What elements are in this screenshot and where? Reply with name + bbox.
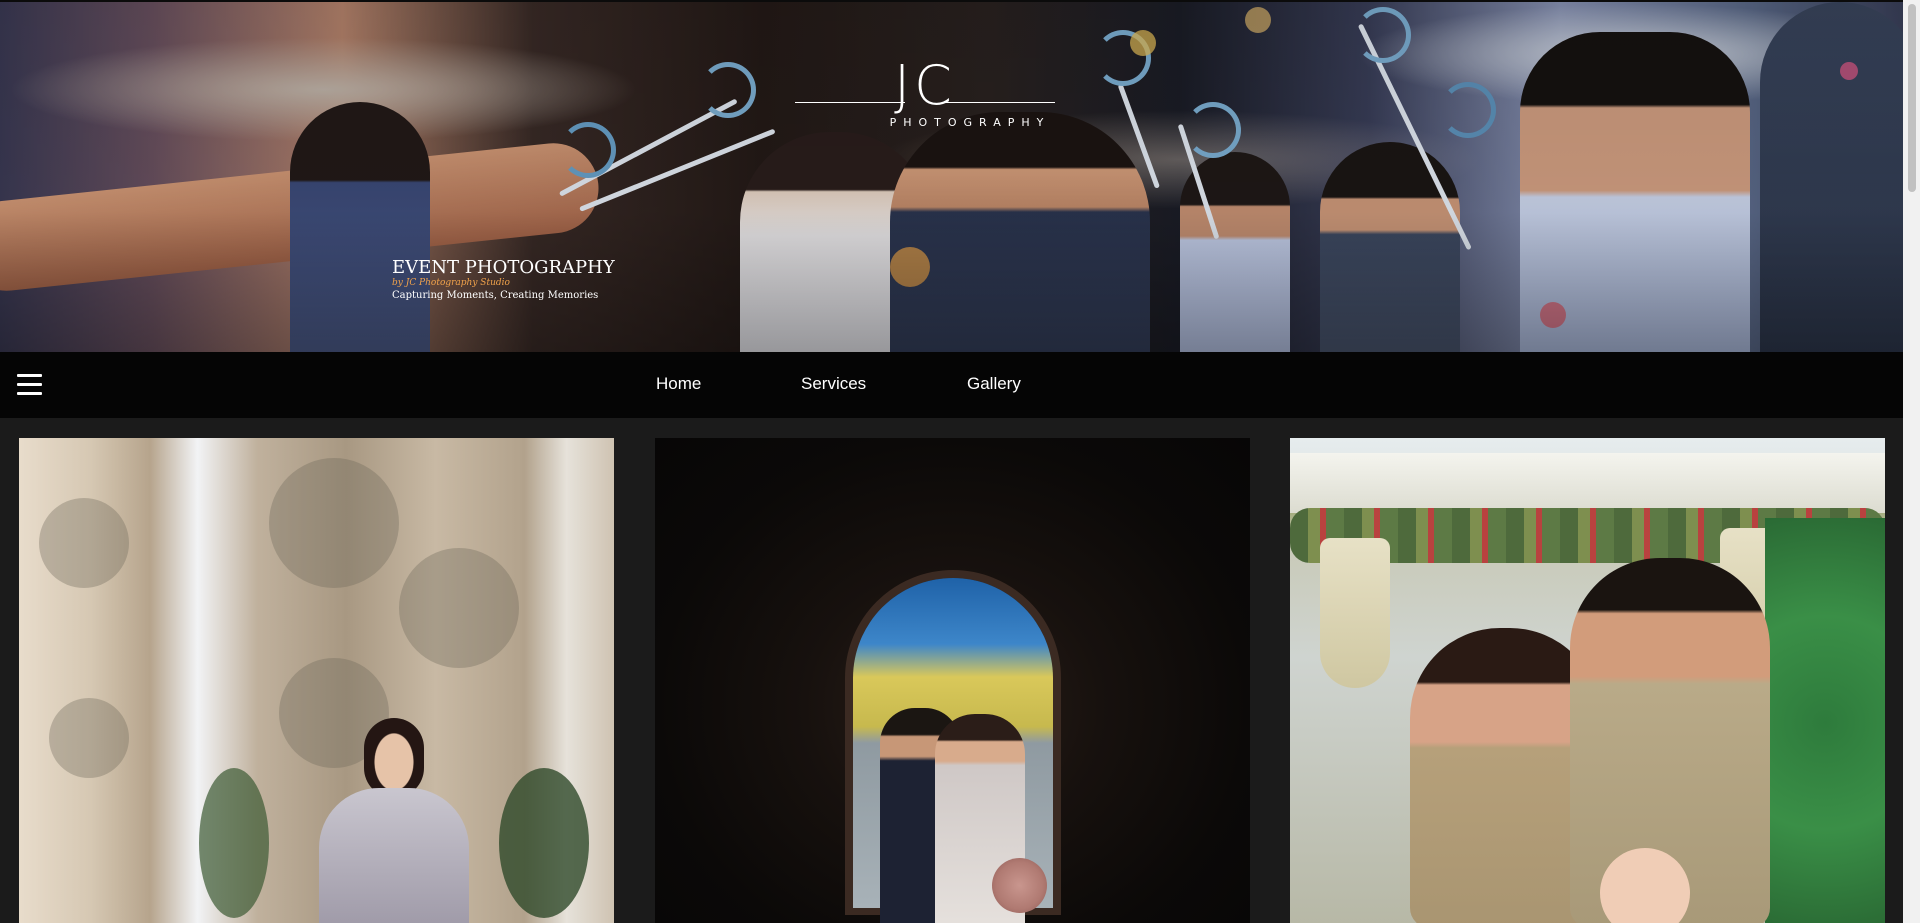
- main-navigation: Home Services Gallery: [0, 352, 1903, 418]
- scrollbar-thumb[interactable]: [1908, 4, 1916, 192]
- site-logo[interactable]: JC PHOTOGRAPHY: [795, 58, 1055, 129]
- portrait-subject: [319, 718, 469, 923]
- hero-studio: by JC Photography Studio: [392, 278, 510, 288]
- nav-link-services[interactable]: Services: [801, 374, 866, 394]
- christmas-tree: [1765, 518, 1885, 923]
- hero-banner: JC PHOTOGRAPHY EVENT PHOTOGRAPHY by JC P…: [0, 2, 1903, 352]
- topiary-plant: [199, 768, 269, 918]
- bouquet: [992, 858, 1047, 913]
- hero-subtitle: Capturing Moments, Creating Memories: [392, 290, 599, 301]
- gallery-item-couple[interactable]: [655, 438, 1250, 923]
- subject-head: [364, 718, 424, 798]
- page-scrollbar[interactable]: [1903, 0, 1920, 923]
- wallpaper-pattern: [269, 458, 399, 588]
- nav-link-home[interactable]: Home: [656, 374, 701, 394]
- wallpaper-pattern: [39, 498, 129, 588]
- wallpaper-pattern: [399, 548, 519, 668]
- logo-subtitle: PHOTOGRAPHY: [889, 116, 1051, 129]
- hamburger-icon[interactable]: [17, 374, 42, 396]
- nav-link-gallery[interactable]: Gallery: [967, 374, 1021, 394]
- gallery-item-portrait[interactable]: [19, 438, 614, 923]
- gallery-grid: [0, 418, 1903, 923]
- logo-line-right: [945, 102, 1055, 103]
- subject-dress: [319, 788, 469, 923]
- hero-tagline: EVENT PHOTOGRAPHY by JC Photography Stud…: [392, 258, 615, 303]
- couple-subject: [880, 708, 1047, 923]
- fireplace-mantel: [1290, 453, 1885, 513]
- logo-line-left: [795, 102, 905, 103]
- wallpaper-pattern: [49, 698, 129, 778]
- family-subject: [1400, 558, 1780, 923]
- page: JC PHOTOGRAPHY EVENT PHOTOGRAPHY by JC P…: [0, 0, 1903, 923]
- gallery-item-family[interactable]: [1290, 438, 1885, 923]
- christmas-stocking: [1320, 538, 1390, 688]
- topiary-plant: [499, 768, 589, 918]
- hero-title: EVENT PHOTOGRAPHY: [392, 257, 615, 278]
- logo-mark: JC: [894, 54, 956, 117]
